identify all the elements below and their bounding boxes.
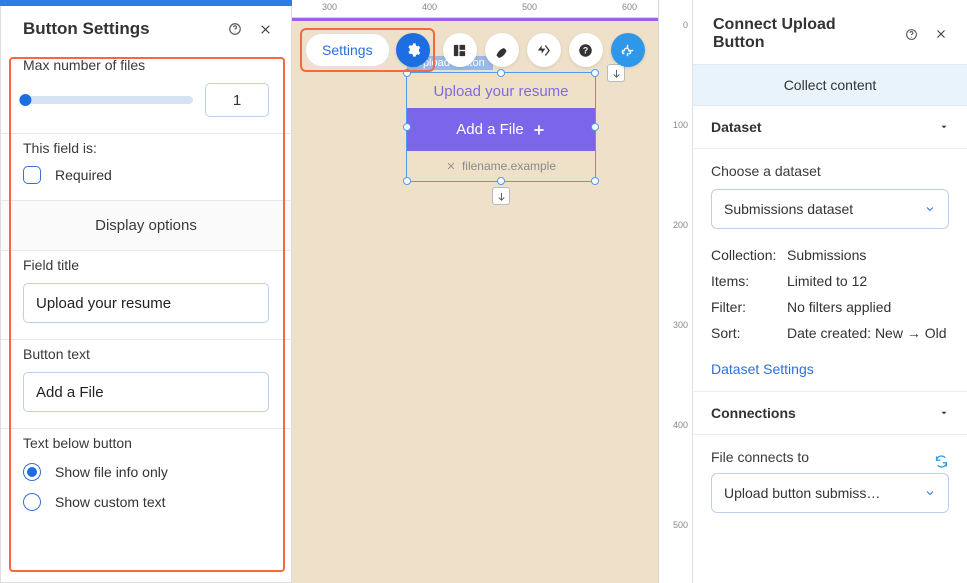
required-label: Required — [55, 167, 112, 183]
field-title-input[interactable]: Upload your resume — [23, 283, 269, 323]
filename-text: filename.example — [462, 159, 556, 173]
sort-key: Sort: — [711, 325, 787, 341]
dataset-accordion-label: Dataset — [711, 119, 939, 135]
sort-value: Date created: New → Old — [787, 325, 949, 341]
ruler-tick: 100 — [673, 120, 688, 130]
radio-custom-text-label: Show custom text — [55, 494, 166, 510]
filter-value: No filters applied — [787, 299, 949, 315]
choose-dataset-label: Choose a dataset — [711, 163, 949, 179]
max-files-input[interactable]: 1 — [205, 83, 269, 117]
gear-icon[interactable] — [396, 33, 430, 67]
stretch-handle-bottom-icon[interactable] — [492, 187, 510, 205]
chevron-down-icon — [924, 487, 936, 499]
panel-header: Button Settings — [1, 1, 291, 53]
dataset-body: Choose a dataset Submissions dataset Col… — [693, 149, 967, 391]
sync-icon[interactable] — [934, 454, 949, 469]
dataset-settings-link[interactable]: Dataset Settings — [711, 361, 814, 377]
collection-key: Collection: — [711, 247, 787, 263]
layout-icon[interactable] — [443, 33, 477, 67]
filter-key: Filter: — [711, 299, 787, 315]
dataset-dropdown-value: Submissions dataset — [724, 201, 924, 217]
file-connects-label: File connects to — [711, 449, 934, 465]
resize-handle[interactable] — [591, 177, 599, 185]
resize-handle[interactable] — [403, 123, 411, 131]
connect-panel: Connect Upload Button Collect content Da… — [692, 0, 967, 583]
file-connects-value: Upload button submiss… — [724, 485, 924, 501]
resize-handle[interactable] — [591, 123, 599, 131]
ruler-tick: 200 — [673, 220, 688, 230]
required-checkbox[interactable] — [23, 166, 41, 184]
field-title-section: Field title Upload your resume — [1, 250, 291, 339]
remove-file-icon[interactable] — [446, 161, 456, 171]
connections-body: File connects to Upload button submiss… — [693, 435, 967, 527]
animation-icon[interactable] — [527, 33, 561, 67]
collect-content-tab[interactable]: Collect content — [693, 64, 967, 106]
ruler-vertical: 0 100 200 300 400 500 — [658, 0, 692, 583]
help-icon[interactable] — [903, 26, 919, 42]
ruler-tick: 500 — [522, 2, 537, 12]
dataset-accordion[interactable]: Dataset — [693, 106, 967, 149]
plus-icon — [532, 123, 546, 137]
max-files-label: Max number of files — [23, 57, 269, 73]
button-text-input[interactable]: Add a File — [23, 372, 269, 412]
text-below-section: Text below button Show file info only Sh… — [1, 428, 291, 531]
upload-title: Upload your resume — [407, 73, 595, 108]
top-accent-bar — [0, 0, 292, 6]
radio-custom-text[interactable] — [23, 493, 41, 511]
ruler-tick: 500 — [673, 520, 688, 530]
ruler-horizontal: 300 400 500 600 — [292, 0, 692, 18]
slider-thumb-icon[interactable] — [19, 94, 31, 106]
this-field-is-label: This field is: — [23, 140, 269, 156]
help-icon[interactable] — [227, 21, 243, 37]
panel-title: Button Settings — [23, 19, 213, 39]
radio-file-info[interactable] — [23, 463, 41, 481]
connect-data-icon[interactable] — [611, 33, 645, 67]
connections-accordion[interactable]: Connections — [693, 391, 967, 435]
button-settings-panel: Button Settings Max number of files 1 Th… — [0, 0, 292, 583]
chevron-down-icon — [939, 122, 949, 132]
svg-text:?: ? — [583, 45, 588, 55]
upload-button-element[interactable]: Upload Button Upload your resume Add a F… — [406, 72, 596, 182]
ruler-tick: 300 — [673, 320, 688, 330]
ruler-tick: 300 — [322, 2, 337, 12]
text-below-label: Text below button — [23, 435, 269, 451]
items-key: Items: — [711, 273, 787, 289]
toolbar-highlight: Settings — [300, 28, 435, 72]
help-circle-icon[interactable]: ? — [569, 33, 603, 67]
editor-canvas[interactable]: 300 400 500 600 0 100 200 300 400 500 Se… — [292, 0, 692, 583]
dataset-dropdown[interactable]: Submissions dataset — [711, 189, 949, 229]
close-icon[interactable] — [257, 21, 273, 37]
add-file-label: Add a File — [456, 121, 524, 138]
radio-file-info-label: Show file info only — [55, 464, 168, 480]
ruler-tick: 0 — [683, 20, 688, 30]
chevron-down-icon — [939, 408, 949, 418]
file-connects-dropdown[interactable]: Upload button submiss… — [711, 473, 949, 513]
connections-accordion-label: Connections — [711, 405, 939, 421]
max-files-section: Max number of files 1 — [1, 53, 291, 133]
ruler-tick: 400 — [422, 2, 437, 12]
max-files-slider[interactable] — [23, 96, 193, 104]
add-file-button[interactable]: Add a File — [407, 108, 595, 151]
resize-handle[interactable] — [497, 177, 505, 185]
button-text-label: Button text — [23, 346, 269, 362]
element-toolbar: Settings ? — [300, 28, 645, 72]
design-icon[interactable] — [485, 33, 519, 67]
close-icon[interactable] — [933, 26, 949, 42]
resize-handle[interactable] — [403, 177, 411, 185]
connect-panel-title: Connect Upload Button — [713, 16, 889, 52]
button-text-section: Button text Add a File — [1, 339, 291, 428]
ruler-tick: 400 — [673, 420, 688, 430]
ruler-tick: 600 — [622, 2, 637, 12]
display-options-header: Display options — [1, 200, 291, 250]
field-title-label: Field title — [23, 257, 269, 273]
chevron-down-icon — [924, 203, 936, 215]
items-value: Limited to 12 — [787, 273, 949, 289]
required-section: This field is: Required — [1, 133, 291, 200]
collection-value: Submissions — [787, 247, 949, 263]
connect-panel-header: Connect Upload Button — [693, 0, 967, 64]
settings-button[interactable]: Settings — [305, 33, 390, 67]
